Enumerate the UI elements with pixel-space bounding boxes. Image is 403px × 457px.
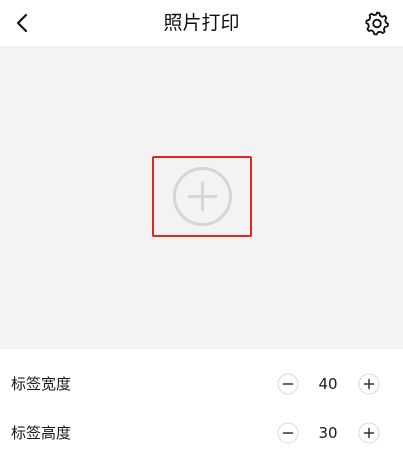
- minus-circle-icon: [277, 422, 299, 444]
- label-width-increase-button[interactable]: [358, 373, 380, 395]
- label-height-label: 标签高度: [11, 424, 72, 442]
- label-width-label: 标签宽度: [11, 375, 72, 393]
- plus-circle-icon: [358, 373, 380, 395]
- plus-circle-icon: [358, 422, 380, 444]
- label-height-row: 标签高度 30: [0, 410, 403, 456]
- label-height-decrease-button[interactable]: [277, 422, 299, 444]
- label-width-value[interactable]: 40: [310, 361, 346, 407]
- app-header: 照片打印: [0, 0, 403, 46]
- minus-circle-icon: [277, 373, 299, 395]
- page-title: 照片打印: [163, 12, 240, 34]
- photo-canvas: [0, 46, 403, 349]
- label-width-decrease-button[interactable]: [277, 373, 299, 395]
- label-width-row: 标签宽度 40: [0, 361, 403, 407]
- gear-icon: [365, 11, 389, 36]
- plus-circle-icon: [173, 167, 232, 226]
- settings-button[interactable]: [363, 9, 391, 37]
- label-height-increase-button[interactable]: [358, 422, 380, 444]
- label-height-value[interactable]: 30: [310, 410, 346, 456]
- add-photo-button[interactable]: [152, 156, 252, 237]
